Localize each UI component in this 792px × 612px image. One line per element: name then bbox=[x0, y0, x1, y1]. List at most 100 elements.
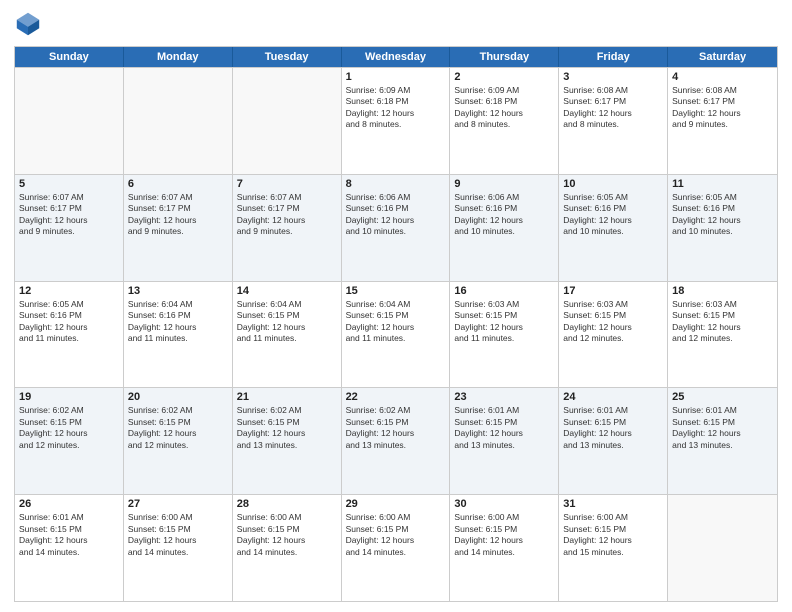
cell-line: Sunset: 6:18 PM bbox=[454, 96, 554, 107]
page: SundayMondayTuesdayWednesdayThursdayFrid… bbox=[0, 0, 792, 612]
cell-line: Daylight: 12 hours bbox=[237, 215, 337, 226]
cell-line: Sunrise: 6:00 AM bbox=[237, 512, 337, 523]
cell-line: and 10 minutes. bbox=[672, 226, 773, 237]
calendar-cell: 25Sunrise: 6:01 AMSunset: 6:15 PMDayligh… bbox=[668, 388, 777, 494]
calendar-cell: 24Sunrise: 6:01 AMSunset: 6:15 PMDayligh… bbox=[559, 388, 668, 494]
cell-line: and 11 minutes. bbox=[19, 333, 119, 344]
day-number: 2 bbox=[454, 71, 554, 83]
cell-line: Sunrise: 6:07 AM bbox=[128, 192, 228, 203]
cell-line: and 10 minutes. bbox=[346, 226, 446, 237]
calendar-cell: 30Sunrise: 6:00 AMSunset: 6:15 PMDayligh… bbox=[450, 495, 559, 601]
calendar-cell bbox=[124, 68, 233, 174]
cell-line: Sunset: 6:16 PM bbox=[672, 203, 773, 214]
calendar-cell: 10Sunrise: 6:05 AMSunset: 6:16 PMDayligh… bbox=[559, 175, 668, 281]
calendar-row: 1Sunrise: 6:09 AMSunset: 6:18 PMDaylight… bbox=[15, 67, 777, 174]
cell-line: Sunrise: 6:01 AM bbox=[19, 512, 119, 523]
cell-line: Daylight: 12 hours bbox=[454, 428, 554, 439]
calendar-cell: 20Sunrise: 6:02 AMSunset: 6:15 PMDayligh… bbox=[124, 388, 233, 494]
cell-line: Sunrise: 6:05 AM bbox=[563, 192, 663, 203]
cell-line: Sunset: 6:15 PM bbox=[128, 417, 228, 428]
cell-line: and 14 minutes. bbox=[454, 547, 554, 558]
day-number: 13 bbox=[128, 285, 228, 297]
day-number: 14 bbox=[237, 285, 337, 297]
calendar-row: 5Sunrise: 6:07 AMSunset: 6:17 PMDaylight… bbox=[15, 174, 777, 281]
cell-line: Sunset: 6:17 PM bbox=[672, 96, 773, 107]
calendar-cell bbox=[233, 68, 342, 174]
cell-line: and 14 minutes. bbox=[128, 547, 228, 558]
cell-line: Sunset: 6:17 PM bbox=[19, 203, 119, 214]
cell-line: Daylight: 12 hours bbox=[563, 322, 663, 333]
cell-line: Sunset: 6:16 PM bbox=[346, 203, 446, 214]
cell-line: and 15 minutes. bbox=[563, 547, 663, 558]
calendar-cell bbox=[15, 68, 124, 174]
cell-line: Daylight: 12 hours bbox=[563, 428, 663, 439]
cell-line: Sunset: 6:15 PM bbox=[672, 417, 773, 428]
cell-line: Sunset: 6:15 PM bbox=[454, 524, 554, 535]
cell-line: Sunrise: 6:08 AM bbox=[563, 85, 663, 96]
cell-line: Sunrise: 6:02 AM bbox=[346, 405, 446, 416]
calendar-cell: 9Sunrise: 6:06 AMSunset: 6:16 PMDaylight… bbox=[450, 175, 559, 281]
calendar-cell: 23Sunrise: 6:01 AMSunset: 6:15 PMDayligh… bbox=[450, 388, 559, 494]
cell-line: and 8 minutes. bbox=[454, 119, 554, 130]
cell-line: Sunrise: 6:01 AM bbox=[563, 405, 663, 416]
day-number: 28 bbox=[237, 498, 337, 510]
cell-line: Daylight: 12 hours bbox=[346, 215, 446, 226]
cell-line: Daylight: 12 hours bbox=[19, 322, 119, 333]
cell-line: Sunset: 6:15 PM bbox=[128, 524, 228, 535]
cell-line: and 11 minutes. bbox=[454, 333, 554, 344]
calendar-cell: 22Sunrise: 6:02 AMSunset: 6:15 PMDayligh… bbox=[342, 388, 451, 494]
cell-line: Sunrise: 6:00 AM bbox=[454, 512, 554, 523]
cell-line: Sunrise: 6:07 AM bbox=[237, 192, 337, 203]
calendar-cell: 21Sunrise: 6:02 AMSunset: 6:15 PMDayligh… bbox=[233, 388, 342, 494]
cell-line: and 13 minutes. bbox=[454, 440, 554, 451]
calendar-cell: 18Sunrise: 6:03 AMSunset: 6:15 PMDayligh… bbox=[668, 282, 777, 388]
cell-line: Daylight: 12 hours bbox=[454, 215, 554, 226]
calendar-cell: 4Sunrise: 6:08 AMSunset: 6:17 PMDaylight… bbox=[668, 68, 777, 174]
cell-line: and 8 minutes. bbox=[563, 119, 663, 130]
cell-line: Sunrise: 6:08 AM bbox=[672, 85, 773, 96]
cell-line: Sunrise: 6:02 AM bbox=[19, 405, 119, 416]
cell-line: and 13 minutes. bbox=[672, 440, 773, 451]
logo-icon bbox=[14, 10, 42, 38]
calendar-cell: 5Sunrise: 6:07 AMSunset: 6:17 PMDaylight… bbox=[15, 175, 124, 281]
calendar-cell: 1Sunrise: 6:09 AMSunset: 6:18 PMDaylight… bbox=[342, 68, 451, 174]
cell-line: Sunrise: 6:04 AM bbox=[346, 299, 446, 310]
cell-line: Sunset: 6:16 PM bbox=[19, 310, 119, 321]
cell-line: Sunrise: 6:02 AM bbox=[128, 405, 228, 416]
cell-line: Sunset: 6:15 PM bbox=[563, 524, 663, 535]
cell-line: Sunset: 6:15 PM bbox=[237, 524, 337, 535]
cell-line: Daylight: 12 hours bbox=[672, 215, 773, 226]
cell-line: Daylight: 12 hours bbox=[346, 428, 446, 439]
cell-line: and 12 minutes. bbox=[563, 333, 663, 344]
cell-line: Sunrise: 6:02 AM bbox=[237, 405, 337, 416]
cell-line: Sunrise: 6:05 AM bbox=[19, 299, 119, 310]
calendar-header-cell: Tuesday bbox=[233, 47, 342, 67]
cell-line: Daylight: 12 hours bbox=[563, 215, 663, 226]
calendar-cell: 17Sunrise: 6:03 AMSunset: 6:15 PMDayligh… bbox=[559, 282, 668, 388]
cell-line: Daylight: 12 hours bbox=[128, 535, 228, 546]
calendar-cell: 31Sunrise: 6:00 AMSunset: 6:15 PMDayligh… bbox=[559, 495, 668, 601]
cell-line: and 11 minutes. bbox=[128, 333, 228, 344]
cell-line: Sunset: 6:15 PM bbox=[346, 524, 446, 535]
cell-line: Daylight: 12 hours bbox=[563, 108, 663, 119]
cell-line: Sunrise: 6:07 AM bbox=[19, 192, 119, 203]
calendar-cell: 19Sunrise: 6:02 AMSunset: 6:15 PMDayligh… bbox=[15, 388, 124, 494]
cell-line: and 12 minutes. bbox=[128, 440, 228, 451]
cell-line: Daylight: 12 hours bbox=[128, 322, 228, 333]
calendar-cell: 11Sunrise: 6:05 AMSunset: 6:16 PMDayligh… bbox=[668, 175, 777, 281]
day-number: 3 bbox=[563, 71, 663, 83]
cell-line: Daylight: 12 hours bbox=[128, 215, 228, 226]
calendar-header-cell: Wednesday bbox=[342, 47, 451, 67]
calendar-cell: 3Sunrise: 6:08 AMSunset: 6:17 PMDaylight… bbox=[559, 68, 668, 174]
calendar-cell: 12Sunrise: 6:05 AMSunset: 6:16 PMDayligh… bbox=[15, 282, 124, 388]
day-number: 19 bbox=[19, 391, 119, 403]
day-number: 7 bbox=[237, 178, 337, 190]
calendar-cell bbox=[668, 495, 777, 601]
cell-line: Daylight: 12 hours bbox=[237, 535, 337, 546]
cell-line: Sunset: 6:15 PM bbox=[563, 417, 663, 428]
cell-line: and 12 minutes. bbox=[672, 333, 773, 344]
calendar-header-cell: Thursday bbox=[450, 47, 559, 67]
cell-line: Sunrise: 6:09 AM bbox=[454, 85, 554, 96]
calendar-header-cell: Sunday bbox=[15, 47, 124, 67]
cell-line: Sunrise: 6:03 AM bbox=[563, 299, 663, 310]
